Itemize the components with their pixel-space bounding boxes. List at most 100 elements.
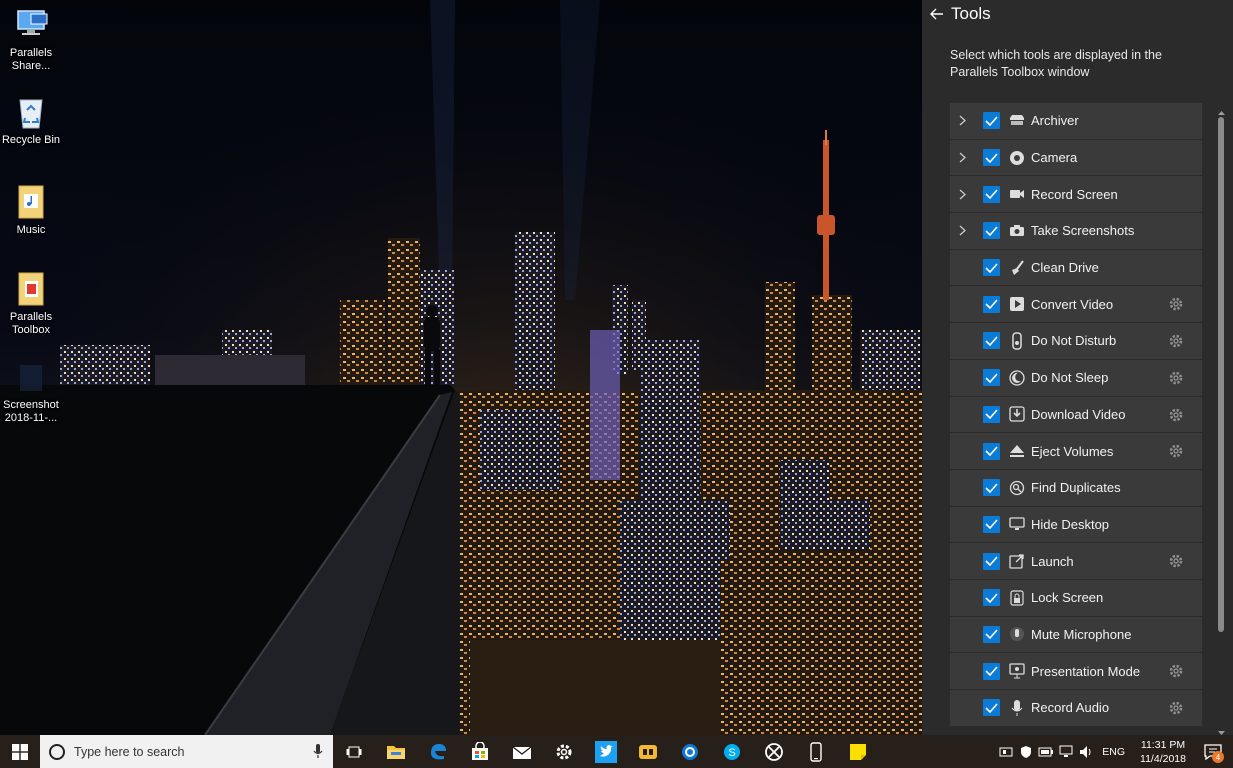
clock-time: 11:31 PM [1140,738,1186,751]
tool-row-find-duplicates[interactable]: Find Duplicates [950,469,1202,507]
scroll-down-arrow-icon[interactable] [1216,723,1227,735]
tool-row-convert-video[interactable]: Convert Video [950,286,1202,324]
tool-label: Presentation Mode [1031,663,1141,679]
gear-icon[interactable] [1168,700,1184,716]
tool-checkbox[interactable] [983,515,1000,533]
gear-icon[interactable] [1168,443,1184,459]
folder-toolbox-icon [13,270,49,308]
tool-row-record-screen[interactable]: Record Screen [950,176,1202,214]
tool-row-hide-desktop[interactable]: Hide Desktop [950,506,1202,544]
tool-label: Find Duplicates [1031,480,1121,496]
tool-row-archiver[interactable]: Archiver [950,103,1202,140]
skype-icon[interactable]: S [711,735,753,768]
tool-row-presentation-mode[interactable]: Presentation Mode [950,653,1202,690]
tool-checkbox[interactable] [983,149,1000,167]
tool-checkbox[interactable] [983,699,1000,717]
do-not-disturb-icon [1008,332,1026,350]
tool-label: Record Screen [1031,186,1118,202]
panel-header: Tools [922,0,1233,28]
desktop-icon-parallels-toolbox[interactable]: Parallels Toolbox [0,270,62,337]
tool-checkbox[interactable] [983,295,1000,313]
battery-icon[interactable] [1036,735,1056,768]
desktop-icon-label: Recycle Bin [1,134,61,146]
tool-row-eject-volumes[interactable]: Eject Volumes [950,433,1202,470]
settings-icon[interactable] [543,735,585,768]
tool-list: Archiver Camera Record Screen Take Screensh… [950,103,1202,727]
chevron-right-icon[interactable] [950,225,972,236]
desktop-icon-parallels-share[interactable]: Parallels Share... [0,6,62,73]
gear-icon[interactable] [1168,296,1184,312]
desktop-icon-recycle-bin[interactable]: Recycle Bin [0,93,62,147]
tool-label: Camera [1031,150,1078,166]
computer-share-icon [13,6,49,44]
tool-label: Record Audio [1031,700,1110,716]
tool-checkbox[interactable] [983,185,1000,203]
tool-row-take-screenshots[interactable]: Take Screenshots [950,213,1202,250]
tool-checkbox[interactable] [983,405,1000,423]
gear-icon[interactable] [1168,370,1184,386]
microphone-icon[interactable] [313,744,323,763]
volume-icon[interactable] [1076,735,1096,768]
chevron-right-icon[interactable] [950,115,972,126]
scroll-up-arrow-icon[interactable] [1216,103,1227,115]
tool-checkbox[interactable] [983,479,1000,497]
twitter-icon[interactable] [585,735,627,768]
tool-checkbox[interactable] [983,625,1000,643]
tool-checkbox[interactable] [983,259,1000,277]
cortana-icon[interactable] [49,743,65,760]
tool-checkbox[interactable] [983,332,1000,350]
tool-row-download-video[interactable]: Download Video [950,396,1202,434]
gear-icon[interactable] [1168,663,1184,679]
tool-checkbox[interactable] [983,442,1000,460]
scrollbar[interactable] [1216,103,1227,735]
gear-icon[interactable] [1168,333,1184,349]
file-explorer-icon[interactable] [375,735,417,768]
tool-checkbox[interactable] [983,369,1000,387]
phone-icon[interactable] [795,735,837,768]
tool-row-camera[interactable]: Camera [950,139,1202,177]
tool-row-lock-screen[interactable]: Lock Screen [950,579,1202,617]
clock[interactable]: 11:31 PM 11/4/2018 [1133,738,1193,766]
tool-label: Clean Drive [1031,260,1099,276]
hide-desktop-icon [1008,515,1026,533]
presentation-icon [1008,662,1026,680]
store-icon[interactable] [459,735,501,768]
network-icon[interactable] [1056,735,1076,768]
tool-row-do-not-sleep[interactable]: Do Not Sleep [950,359,1202,397]
skype-business-icon[interactable] [669,735,711,768]
tool-checkbox[interactable] [983,589,1000,607]
chevron-right-icon[interactable] [950,152,972,163]
camera-icon [1008,149,1026,167]
task-view-icon[interactable] [333,735,375,768]
back-arrow-icon[interactable] [928,4,946,24]
xbox-icon[interactable] [753,735,795,768]
parallels-tray-icon[interactable] [996,735,1016,768]
action-center-icon[interactable]: 4 [1193,735,1233,768]
gear-icon[interactable] [1168,407,1184,423]
tool-row-record-audio[interactable]: Record Audio [950,690,1202,727]
parallels-app-icon[interactable] [627,735,669,768]
windows-start-icon[interactable] [0,735,40,768]
desktop-icon-music[interactable]: Music [0,183,62,237]
sticky-notes-icon[interactable] [837,735,879,768]
taskbar-search-box[interactable]: Type here to search [40,735,333,768]
chevron-right-icon[interactable] [950,189,972,200]
tool-row-launch[interactable]: Launch [950,543,1202,580]
tool-row-clean-drive[interactable]: Clean Drive [950,249,1202,287]
gear-icon[interactable] [1168,553,1184,569]
scrollbar-thumb[interactable] [1218,117,1224,632]
tool-label: Take Screenshots [1031,223,1135,239]
language-indicator[interactable]: ENG [1102,746,1125,758]
tool-checkbox[interactable] [983,552,1000,570]
edge-icon[interactable] [417,735,459,768]
tool-checkbox[interactable] [983,112,1000,130]
tool-row-do-not-disturb[interactable]: Do Not Disturb [950,323,1202,360]
desktop-icon-screenshot[interactable]: Screenshot 2018-11-... [0,358,62,425]
tool-checkbox[interactable] [983,662,1000,680]
recycle-bin-icon [13,93,49,131]
mail-icon[interactable] [501,735,543,768]
launch-icon [1008,552,1026,570]
tool-checkbox[interactable] [983,222,1000,240]
defender-shield-icon[interactable] [1016,735,1036,768]
tool-row-mute-microphone[interactable]: Mute Microphone [950,616,1202,654]
